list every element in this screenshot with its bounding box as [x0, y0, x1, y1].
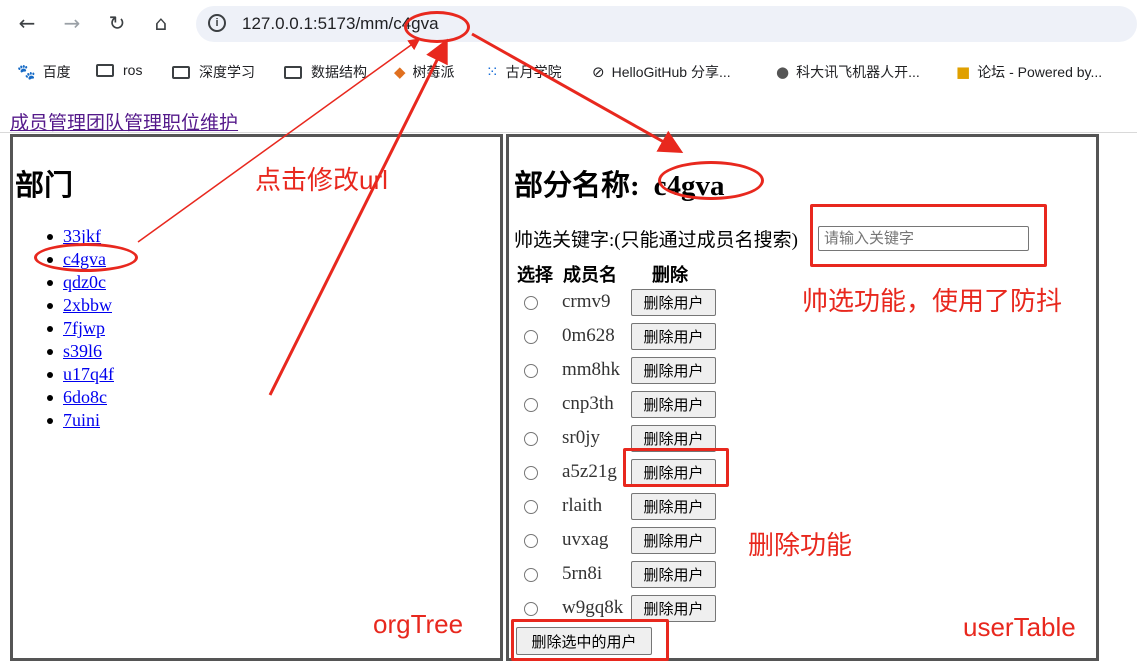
member-name: mm8hk [562, 359, 621, 380]
member-name: 0m628 [562, 325, 615, 346]
table-row: mm8hk 删除用户 [519, 354, 819, 388]
bookmark-forum[interactable]: ■ 论坛 - Powered by... [956, 62, 1102, 82]
browser-toolbar: ← → ↻ ⌂ i 127.0.0.1:5173/mm/c4gva [0, 0, 1137, 46]
nav-position-maintenance[interactable]: 职位维护 [162, 113, 238, 134]
delete-user-button[interactable]: 删除用户 [631, 289, 716, 316]
bookmark-data-structures[interactable]: 数据结构 [284, 62, 367, 82]
table-row: crmv9 删除用户 [519, 286, 819, 320]
filter-label: 帅选关键字:(只能通过成员名搜索) [514, 230, 798, 251]
department-link[interactable]: qdz0c [63, 272, 106, 293]
bookmark-guyue[interactable]: ⁙ 古月学院 [486, 62, 562, 82]
department-link[interactable]: u17q4f [63, 364, 114, 385]
annotation-delete: 删除功能 [748, 530, 853, 560]
annotation-user-table: userTable [963, 612, 1076, 642]
home-icon[interactable]: ⌂ [146, 8, 176, 38]
column-member-name: 成员名 [563, 265, 617, 285]
bookmark-baidu[interactable]: 🐾 百度 [17, 62, 71, 82]
select-radio[interactable] [524, 466, 538, 480]
select-radio[interactable] [524, 602, 538, 616]
bookmark-raspberry-pi[interactable]: ◆ 树莓派 [394, 62, 455, 82]
department-heading: 部门 [15, 170, 74, 202]
department-highlight-ellipse [34, 243, 138, 272]
department-item: u17q4f [47, 363, 114, 386]
department-link[interactable]: 7fjwp [63, 318, 105, 339]
select-radio[interactable] [524, 398, 538, 412]
globe-icon: ● [776, 63, 790, 81]
nav-member-management[interactable]: 成员管理 [10, 113, 86, 134]
address-bar[interactable]: i 127.0.0.1:5173/mm/c4gva [196, 6, 1137, 42]
department-item: s39l6 [47, 340, 114, 363]
member-name: w9gq8k [562, 597, 624, 618]
paw-icon: 🐾 [17, 63, 36, 81]
department-link[interactable]: 7uini [63, 410, 100, 431]
member-name: 5rn8i [562, 563, 603, 584]
delete-user-button[interactable]: 删除用户 [631, 595, 716, 622]
member-name: sr0jy [562, 427, 600, 448]
department-link[interactable]: s39l6 [63, 341, 102, 362]
delete-user-button[interactable]: 删除用户 [631, 391, 716, 418]
org-tree-panel: 部门 33jkf c4gva qdz0c 2xbbw 7fjwp s39l6 u… [10, 134, 503, 661]
raspberry-icon: ◆ [394, 63, 406, 81]
annotation-org-tree: orgTree [373, 609, 464, 639]
folder-icon [172, 65, 190, 79]
delete-user-button[interactable]: 删除用户 [631, 527, 716, 554]
select-radio[interactable] [524, 534, 538, 548]
member-name: uvxag [562, 529, 609, 550]
select-radio[interactable] [524, 432, 538, 446]
select-radio[interactable] [524, 568, 538, 582]
bookmark-hellogithub[interactable]: ⊘ HelloGitHub 分享... [592, 62, 731, 82]
url-highlight-ellipse [404, 11, 470, 43]
folder-icon [96, 63, 114, 77]
github-icon: ⊘ [592, 63, 605, 81]
table-row: rlaith 删除用户 [519, 490, 819, 524]
delete-user-button[interactable]: 删除用户 [631, 561, 716, 588]
nav-divider [0, 132, 1137, 133]
member-name: rlaith [562, 495, 603, 516]
column-select: 选择 [517, 265, 553, 285]
heading-highlight-ellipse [658, 161, 764, 200]
bookmark-deep-learning[interactable]: 深度学习 [172, 62, 255, 82]
table-row: 5rn8i 删除用户 [519, 558, 819, 592]
delete-user-button[interactable]: 删除用户 [631, 323, 716, 350]
top-navigation: 成员管理团队管理职位维护 [10, 108, 238, 135]
forward-arrow-icon[interactable]: → [57, 8, 87, 38]
bookmark-iflytek[interactable]: ● 科大讯飞机器人开... [776, 62, 920, 82]
table-row: 0m628 删除用户 [519, 320, 819, 354]
department-item: 2xbbw [47, 294, 114, 317]
department-link[interactable]: 2xbbw [63, 295, 112, 316]
bookmark-ros[interactable]: ros [96, 62, 142, 78]
member-name: a5z21g [562, 461, 617, 482]
annotation-filter: 帅选功能，使用了防抖 [802, 286, 1063, 316]
department-item: 7fjwp [47, 317, 114, 340]
delete-user-button[interactable]: 删除用户 [631, 357, 716, 384]
reload-icon[interactable]: ↻ [102, 8, 132, 38]
site-info-icon[interactable]: i [208, 14, 226, 32]
delete-user-button[interactable]: 删除用户 [631, 493, 716, 520]
member-name: crmv9 [562, 291, 611, 312]
department-link[interactable]: 6do8c [63, 387, 107, 408]
forum-icon: ■ [956, 63, 971, 81]
department-item: 6do8c [47, 386, 114, 409]
delete-highlight-box [623, 448, 729, 487]
annotation-click-url: 点击修改url [255, 165, 388, 195]
member-name: cnp3th [562, 393, 614, 414]
table-row: cnp3th 删除用户 [519, 388, 819, 422]
select-radio[interactable] [524, 364, 538, 378]
select-radio[interactable] [524, 296, 538, 310]
folder-icon [284, 65, 302, 79]
select-radio[interactable] [524, 330, 538, 344]
grid-icon: ⁙ [486, 63, 499, 81]
department-item: 7uini [47, 409, 114, 432]
nav-team-management[interactable]: 团队管理 [86, 113, 162, 134]
column-delete: 删除 [652, 265, 688, 285]
bookmarks-bar: 🐾 百度 ros 深度学习 数据结构 ◆ 树莓派 ⁙ 古月学院 ⊘ HelloGitHu… [0, 56, 1137, 86]
filter-highlight-box [810, 204, 1047, 267]
delete-selected-highlight-box [511, 619, 669, 661]
department-item: qdz0c [47, 271, 114, 294]
back-arrow-icon[interactable]: ← [12, 8, 42, 38]
select-radio[interactable] [524, 500, 538, 514]
